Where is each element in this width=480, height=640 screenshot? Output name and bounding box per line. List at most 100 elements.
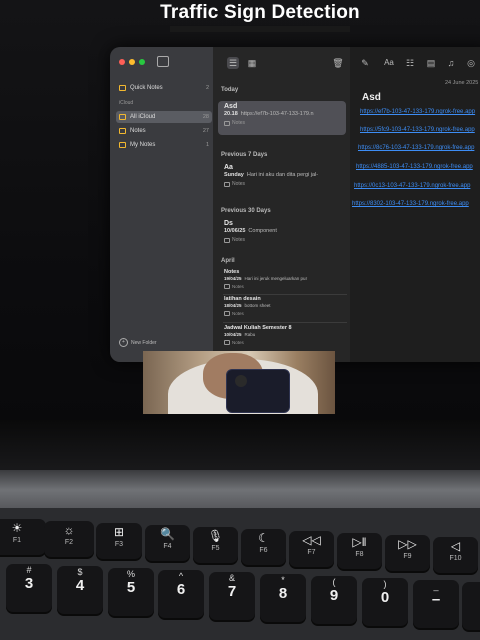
webcam-preview <box>143 351 335 414</box>
sidebar-item-count: 27 <box>202 128 209 134</box>
key-f7[interactable]: ◁◁ F7 <box>289 531 334 567</box>
sidebar-item-my-notes[interactable]: My Notes 1 <box>119 139 209 151</box>
key-sublabel: F6 <box>259 547 268 554</box>
key-7[interactable]: & 7 <box>209 572 255 620</box>
note-title: Aa <box>224 164 233 171</box>
note-title: Asd <box>224 103 238 110</box>
key-label: 5 <box>126 579 136 596</box>
key-f2[interactable]: ☼ F2 <box>44 521 94 557</box>
notes-window: Quick Notes 2 iCloud All iCloud 28 Notes… <box>110 47 480 362</box>
laptop-hinge <box>0 470 480 510</box>
sidebar-item-all-icloud[interactable]: All iCloud 28 <box>116 111 212 123</box>
key-sublabel: F5 <box>211 545 220 552</box>
key-9[interactable]: ( 9 <box>311 576 357 624</box>
gallery-view-icon[interactable]: ▦ <box>246 57 258 69</box>
key-8[interactable]: * 8 <box>260 574 306 622</box>
key-sublabel: F1 <box>12 537 22 544</box>
do-not-disturb-icon: ☾ <box>258 531 269 545</box>
key-label: 4 <box>75 577 85 594</box>
compose-icon[interactable]: ✎ <box>359 57 371 69</box>
toolbar: ☰ ▦ 🗑 ✎ Aa ☷ ▤ ♫ ◎ <box>110 47 480 79</box>
note-heading: Asd <box>362 92 381 103</box>
spotlight-icon: 🔍 <box>160 527 175 541</box>
key-label: 3 <box>24 575 34 592</box>
sidebar-section-heading: iCloud <box>119 100 134 106</box>
sidebar: Quick Notes 2 iCloud All iCloud 28 Notes… <box>110 47 213 362</box>
key-sublabel: F8 <box>355 551 364 558</box>
mute-icon: ◁ <box>450 539 461 553</box>
list-view-icon[interactable]: ☰ <box>227 57 239 69</box>
brightness-up-icon: ☼ <box>63 523 75 537</box>
key-f10[interactable]: ◁ F10 <box>433 537 478 573</box>
note-link[interactable]: https://5fc9-103-47-133-179.ngrok-free.a… <box>360 127 475 133</box>
key-f8[interactable]: ▷‖ F8 <box>337 533 382 569</box>
note-link[interactable]: https://8c76-103-47-133-179.ngrok-free.a… <box>358 145 474 151</box>
note-folder: Notes <box>224 120 245 126</box>
rewind-icon: ◁◁ <box>302 533 321 547</box>
note-folder: Notes <box>224 284 244 289</box>
folder-icon <box>224 181 230 187</box>
folder-icon <box>224 340 230 345</box>
brightness-down-icon: ☀ <box>11 521 23 535</box>
note-meta: 18/04/25 bottom sheet <box>224 303 271 308</box>
note-link[interactable]: https://4885-103-47-133-179.ngrok-free.a… <box>356 164 473 170</box>
format-icon[interactable]: Aa <box>383 57 395 69</box>
key-f1[interactable]: ☀ F1 <box>0 519 46 555</box>
key-0[interactable]: ) 0 <box>362 578 408 626</box>
note-meta: 10/04/25 Rabu <box>224 332 256 337</box>
new-folder-button[interactable]: + New Folder <box>119 338 157 347</box>
play-pause-icon: ▷‖ <box>352 535 367 549</box>
page-title: Traffic Sign Detection <box>160 2 360 23</box>
key-f6[interactable]: ☾ F6 <box>241 529 286 565</box>
key-label: – <box>431 591 441 608</box>
list-item[interactable]: Ds 10/06/25 Component Notes <box>218 218 346 252</box>
key-f5[interactable]: 🎙 F5 <box>193 527 238 563</box>
list-item[interactable]: Asd 20.18 https://ef7b-103-47-133-179.n N… <box>218 101 346 135</box>
phone <box>226 369 290 413</box>
key-f4[interactable]: 🔍 F4 <box>145 525 190 561</box>
note-link[interactable]: https://ef7b-103-47-133-179.ngrok-free.a… <box>360 109 475 115</box>
note-meta: Sunday Hari ini aku dan dita pergi jal- <box>224 172 319 178</box>
laptop-screen: Traffic Sign Detection Quick Notes 2 iCl… <box>0 0 480 470</box>
key-3[interactable]: # 3 <box>6 564 52 612</box>
note-editor[interactable]: 24 June 2025 Asd https://ef7b-103-47-133… <box>350 79 480 362</box>
key-sublabel: F3 <box>114 541 124 548</box>
share-icon[interactable]: ◎ <box>465 57 477 69</box>
list-group-heading: Previous 30 Days <box>221 208 271 214</box>
folder-icon <box>119 142 126 148</box>
list-group-heading: Previous 7 Days <box>221 152 268 158</box>
sidebar-item-count: 2 <box>205 85 209 91</box>
note-meta: 19/04/25 Hari ini jeruk mengeluarkan pur <box>224 276 308 281</box>
sidebar-item-quick-notes[interactable]: Quick Notes 2 <box>119 82 209 94</box>
key-minus[interactable]: _ – <box>413 580 459 628</box>
key-label: 9 <box>329 587 339 604</box>
key-6[interactable]: ^ 6 <box>158 570 204 618</box>
sidebar-item-label: Quick Notes <box>130 85 163 91</box>
list-item[interactable]: Aa Sunday Hari ini aku dan dita pergi jal… <box>218 162 346 196</box>
key-f3[interactable]: ⊞ F3 <box>96 523 142 559</box>
table-icon[interactable]: ▤ <box>425 57 437 69</box>
note-folder: Notes <box>224 311 244 316</box>
sidebar-item-notes[interactable]: Notes 27 <box>119 125 209 137</box>
checklist-icon[interactable]: ☷ <box>404 57 416 69</box>
mission-control-icon: ⊞ <box>113 525 125 539</box>
key-equals[interactable] <box>462 582 480 630</box>
dictation-icon: 🎙 <box>207 529 224 543</box>
key-f9[interactable]: ▷▷ F9 <box>385 535 430 571</box>
sidebar-item-count: 28 <box>202 114 209 120</box>
key-sublabel: F9 <box>403 553 412 560</box>
note-link[interactable]: https://0c13-103-47-133-179.ngrok-free.a… <box>354 183 470 189</box>
list-group-heading: Today <box>221 87 239 93</box>
note-folder: Notes <box>224 237 245 243</box>
key-4[interactable]: $ 4 <box>57 566 103 614</box>
trash-icon[interactable]: 🗑 <box>332 57 344 69</box>
note-link[interactable]: https://8302-103-47-133-179.ngrok-free.a… <box>352 201 469 207</box>
note-folder: Notes <box>224 181 245 187</box>
folder-icon <box>119 85 126 91</box>
folder-icon <box>224 284 230 289</box>
key-5[interactable]: % 5 <box>108 568 154 616</box>
key-sublabel: F7 <box>307 549 316 556</box>
audio-icon[interactable]: ♫ <box>445 57 457 69</box>
key-label: 8 <box>278 585 288 602</box>
sidebar-item-label: Notes <box>130 128 146 134</box>
